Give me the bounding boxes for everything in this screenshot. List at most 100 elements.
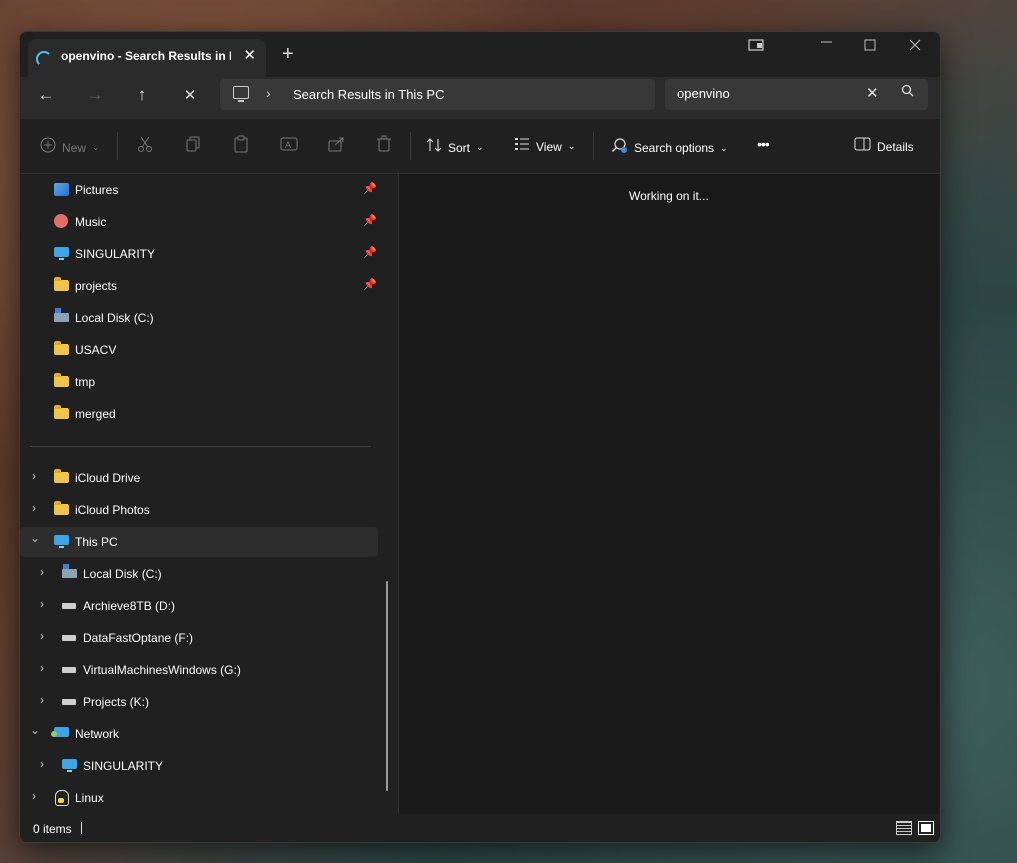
sidebar-divider: [30, 446, 371, 447]
search-options-icon: [611, 137, 628, 159]
chevron-right-icon[interactable]: ›: [32, 501, 36, 515]
tab-close-button[interactable]: ✕: [243, 46, 256, 64]
sidebar-item-label: This PC: [75, 535, 118, 549]
music-icon: [54, 214, 68, 228]
search-input[interactable]: [675, 85, 859, 102]
chevron-down-icon: ⌄: [720, 142, 728, 153]
back-button[interactable]: ←: [34, 85, 58, 105]
search-options-label: Search options: [634, 141, 715, 155]
close-window-button[interactable]: [909, 38, 921, 54]
pin-icon[interactable]: 📌: [363, 278, 377, 291]
up-button[interactable]: ↑: [130, 85, 154, 105]
breadcrumb[interactable]: Search Results in This PC: [293, 87, 445, 102]
address-path-box[interactable]: › Search Results in This PC: [220, 79, 655, 110]
sidebar-item-pictures[interactable]: Pictures 📌: [20, 175, 378, 205]
chevron-down-icon[interactable]: ⌄: [30, 723, 40, 737]
sidebar-item-tmp[interactable]: tmp: [20, 367, 378, 397]
folder-icon: [54, 501, 69, 515]
sidebar-item-network-singularity[interactable]: › SINGULARITY: [20, 751, 378, 781]
sidebar-item-label: Music: [75, 215, 107, 229]
sidebar-item-linux[interactable]: › Linux: [20, 783, 378, 813]
search-box[interactable]: ✕: [665, 79, 928, 110]
sidebar-item-music[interactable]: Music 📌: [20, 207, 378, 237]
details-pane-icon: [854, 137, 871, 156]
sidebar-item-label: merged: [75, 407, 116, 421]
details-pane-button[interactable]: Details: [854, 137, 914, 156]
sidebar-item-merged[interactable]: merged: [20, 399, 378, 429]
chevron-right-icon[interactable]: ›: [32, 469, 36, 483]
sidebar-item-datafastoptane[interactable]: › DataFastOptane (F:): [20, 623, 378, 653]
pin-icon[interactable]: 📌: [363, 182, 377, 195]
sidebar-item-label: Local Disk (C:): [83, 567, 162, 581]
sidebar-item-icloud-drive[interactable]: › iCloud Drive: [20, 463, 378, 493]
sidebar-item-icloud-photos[interactable]: › iCloud Photos: [20, 495, 378, 525]
view-list-icon: [514, 137, 530, 156]
delete-icon[interactable]: [376, 135, 392, 153]
pin-icon[interactable]: 📌: [363, 246, 377, 259]
share-icon[interactable]: [328, 135, 346, 153]
rename-icon[interactable]: A: [280, 135, 298, 153]
copy-icon[interactable]: [185, 135, 201, 153]
plus-circle-icon: [40, 137, 56, 158]
clear-search-button[interactable]: ✕: [866, 84, 879, 102]
disk-icon: [54, 308, 69, 322]
stop-button[interactable]: ✕: [178, 86, 202, 104]
sidebar-item-label: Network: [75, 727, 120, 741]
more-options-button[interactable]: •••: [757, 136, 770, 152]
chevron-down-icon: ⌄: [476, 142, 484, 152]
navigation-pane[interactable]: Pictures 📌 Music 📌 SINGULARITY 📌 project…: [20, 174, 398, 812]
search-icon[interactable]: [901, 84, 914, 100]
chevron-right-icon[interactable]: ›: [40, 565, 44, 579]
sidebar-item-network[interactable]: ⌄ Network: [20, 719, 378, 749]
status-separator: [81, 822, 82, 834]
sidebar-item-projects[interactable]: projects 📌: [20, 271, 378, 301]
sidebar-item-local-disk[interactable]: Local Disk (C:): [20, 303, 378, 333]
results-pane[interactable]: Working on it...: [399, 174, 939, 814]
sidebar-item-usacv[interactable]: USACV: [20, 335, 378, 365]
new-button[interactable]: New ⌄: [40, 137, 100, 158]
pin-icon[interactable]: 📌: [363, 214, 377, 227]
sidebar-item-archieve8tb[interactable]: › Archieve8TB (D:): [20, 591, 378, 621]
sidebar-item-projects-k[interactable]: › Projects (K:): [20, 687, 378, 717]
chevron-right-icon[interactable]: ›: [40, 757, 44, 771]
chevron-right-icon[interactable]: ›: [40, 693, 44, 707]
sidebar-item-label: iCloud Photos: [75, 503, 150, 517]
penguin-icon: [55, 790, 69, 806]
cut-icon[interactable]: [137, 135, 153, 153]
sidebar-item-virtualmachineswindows[interactable]: › VirtualMachinesWindows (G:): [20, 655, 378, 685]
breadcrumb-chevron-icon[interactable]: ›: [266, 85, 271, 101]
loading-spinner-icon: [36, 51, 52, 67]
new-tab-button[interactable]: +: [282, 43, 294, 66]
folder-icon: [54, 373, 69, 387]
svg-text:A: A: [285, 140, 291, 150]
chevron-down-icon[interactable]: ⌄: [30, 531, 40, 545]
sidebar-item-this-pc[interactable]: ⌄ This PC: [20, 527, 378, 557]
maximize-button[interactable]: [864, 38, 876, 54]
view-button[interactable]: View ⌄: [514, 137, 575, 156]
forward-button[interactable]: →: [83, 85, 107, 105]
sidebar-scrollbar[interactable]: [386, 581, 388, 791]
folder-icon: [54, 277, 69, 291]
minimize-button[interactable]: [820, 34, 834, 51]
tab-search-results[interactable]: openvino - Search Results in Lo ✕: [28, 39, 266, 77]
sidebar-item-local-disk-c[interactable]: › Local Disk (C:): [20, 559, 378, 589]
chevron-right-icon[interactable]: ›: [40, 661, 44, 675]
snap-layout-icon[interactable]: [748, 38, 764, 54]
details-view-icon[interactable]: [896, 821, 912, 835]
sort-button[interactable]: Sort ⌄: [426, 137, 484, 158]
paste-icon[interactable]: [233, 135, 249, 153]
sidebar-item-singularity[interactable]: SINGULARITY 📌: [20, 239, 378, 269]
sidebar-item-label: Archieve8TB (D:): [83, 599, 176, 613]
this-pc-icon: [233, 86, 249, 102]
search-options-button[interactable]: Search options ⌄: [611, 137, 728, 159]
item-count: 0 items: [33, 822, 72, 836]
large-icons-view-icon[interactable]: [918, 821, 934, 835]
new-button-label: New: [62, 140, 87, 155]
toolbar-divider: [410, 132, 411, 160]
chevron-down-icon: ⌄: [567, 141, 576, 151]
chevron-right-icon[interactable]: ›: [40, 597, 44, 611]
folder-icon: [54, 405, 69, 419]
folder-icon: [54, 469, 69, 483]
chevron-right-icon[interactable]: ›: [32, 789, 36, 803]
chevron-right-icon[interactable]: ›: [40, 629, 44, 643]
